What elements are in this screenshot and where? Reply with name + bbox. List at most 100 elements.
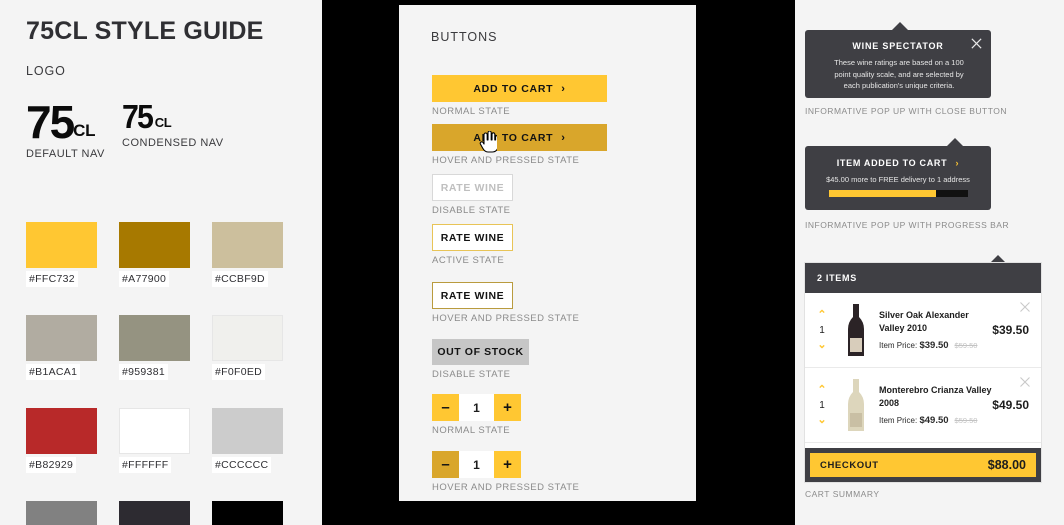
progress-bar-fill xyxy=(829,190,937,197)
cart-summary-panel: 2 ITEMS ⌃ 1 ⌄ Silver Oak Alexander Valley 2… xyxy=(805,263,1041,482)
quantity-control[interactable]: ⌃ 1 ⌄ xyxy=(805,384,839,426)
rate-wine-button-disabled: RATE WINE xyxy=(432,174,513,201)
swatch-hex-label: #CCCCCC xyxy=(212,457,272,473)
logo-mark: 75 CL xyxy=(26,96,105,148)
color-swatch-grid: #FFC732 #A77900 #CCBF9D #B1ACA1 #959381 #F0F0… xyxy=(26,222,283,525)
swatch-hex-label: #A77900 xyxy=(119,271,170,287)
logo-caption: DEFAULT NAV xyxy=(26,147,105,160)
swatch-chip xyxy=(119,315,190,361)
popup-caption: INFORMATIVE POP UP WITH PROGRESS BAR xyxy=(805,220,1010,230)
state-caption: HOVER AND PRESSED STATE xyxy=(432,155,580,166)
rate-wine-active-group: RATE WINE ACTIVE STATE xyxy=(432,224,513,266)
checkout-total: $88.00 xyxy=(987,458,1026,472)
swatch-chip xyxy=(119,222,190,268)
chevron-right-icon: › xyxy=(561,82,566,95)
color-swatch: #CCCCCC xyxy=(212,408,283,473)
wine-spectator-popup: WINE SPECTATOR These wine ratings are ba… xyxy=(805,30,991,98)
logo-unit: CL xyxy=(154,115,172,131)
remove-item-icon[interactable] xyxy=(1019,301,1031,313)
rate-wine-button-active[interactable]: RATE WINE xyxy=(432,224,513,251)
color-swatch: #A77900 xyxy=(119,222,190,287)
swatch-hex-label: #B1ACA1 xyxy=(26,364,81,380)
state-caption: DISABLE STATE xyxy=(432,369,511,380)
cart-row: ⌃ 1 ⌄ Silver Oak Alexander Valley 2010 Item … xyxy=(805,293,1041,368)
logo-unit: CL xyxy=(73,120,96,140)
swatch-chip xyxy=(26,501,97,525)
buttons-heading: BUTTONS xyxy=(431,30,498,44)
bottle-thumbnail xyxy=(839,302,873,358)
chevron-up-icon[interactable]: ⌃ xyxy=(817,384,826,396)
page-title: 75CL STYLE GUIDE xyxy=(26,17,264,45)
add-to-cart-normal-group: ADD TO CART › NORMAL STATE xyxy=(432,75,607,117)
popup-title: ITEM ADDED TO CART › xyxy=(805,158,991,168)
stepper-value[interactable]: 1 xyxy=(459,451,494,478)
rate-wine-label: RATE WINE xyxy=(440,231,505,244)
swatch-chip xyxy=(212,408,283,454)
add-to-cart-button[interactable]: ADD TO CART › xyxy=(432,75,607,102)
quantity-value: 1 xyxy=(819,399,825,411)
item-price-line: Item Price: $49.50 $59.50 xyxy=(879,415,992,426)
rate-wine-label: RATE WINE xyxy=(440,181,505,194)
swatch-chip xyxy=(212,315,283,361)
state-caption: HOVER AND PRESSED STATE xyxy=(432,482,580,493)
checkout-button[interactable]: CHECKOUT $88.00 xyxy=(810,453,1036,477)
chevron-up-icon[interactable]: ⌃ xyxy=(817,309,826,321)
quantity-value: 1 xyxy=(819,324,825,336)
item-price-original: $59.50 xyxy=(954,340,978,350)
stepper-minus-button[interactable]: – xyxy=(432,394,459,421)
item-price-prefix: Item Price: xyxy=(879,340,918,350)
item-price: $49.50 xyxy=(919,414,949,426)
item-info: Monterebro Crianza Valley 2008 Item Price… xyxy=(873,384,992,426)
stepper-plus-button[interactable]: + xyxy=(494,394,521,421)
add-to-cart-label: ADD TO CART xyxy=(473,131,554,144)
cart-item-count: 2 ITEMS xyxy=(817,273,857,283)
color-swatch: #FFFFFF xyxy=(119,408,190,473)
color-swatch: #FFC732 xyxy=(26,222,97,287)
color-swatch: #B82929 xyxy=(26,408,97,473)
popup-caption: INFORMATIVE POP UP WITH CLOSE BUTTON xyxy=(805,106,1008,116)
add-to-cart-button-hover[interactable]: ADD TO CART › xyxy=(432,124,607,151)
remove-item-icon[interactable] xyxy=(1019,376,1031,388)
popup-title-label: ITEM ADDED TO CART xyxy=(836,158,948,168)
stepper-value[interactable]: 1 xyxy=(459,394,494,421)
stepper-plus-button[interactable]: + xyxy=(494,451,521,478)
state-caption: HOVER AND PRESSED STATE xyxy=(432,313,580,324)
logo-condensed-nav: 75 CL CONDENSED NAV xyxy=(122,98,224,150)
popup-caption: CART SUMMARY xyxy=(805,489,880,499)
chevron-right-icon: › xyxy=(561,131,566,144)
swatch-hex-label: #B82929 xyxy=(26,457,77,473)
swatch-chip xyxy=(26,315,97,361)
add-to-cart-label: ADD TO CART xyxy=(473,82,554,95)
cart-footer: CHECKOUT $88.00 xyxy=(805,448,1041,482)
state-caption: NORMAL STATE xyxy=(432,106,511,117)
rate-wine-hover-group: RATE WINE HOVER AND PRESSED STATE xyxy=(432,282,579,324)
quantity-stepper-normal-group: – 1 + NORMAL STATE xyxy=(432,394,521,436)
rate-wine-button-hover[interactable]: RATE WINE xyxy=(432,282,513,309)
rate-wine-label: RATE WINE xyxy=(440,289,505,302)
stepper-minus-button[interactable]: – xyxy=(432,451,459,478)
chevron-down-icon[interactable]: ⌄ xyxy=(817,339,826,351)
style-guide-screen: 75CL STYLE GUIDE LOGO 75 CL DEFAULT NAV … xyxy=(0,0,1064,525)
color-swatch: #818181 xyxy=(26,501,97,525)
logo-numerals: 75 xyxy=(122,98,154,135)
out-of-stock-group: OUT OF STOCK DISABLE STATE xyxy=(432,339,529,380)
swatch-chip xyxy=(26,408,97,454)
quantity-stepper[interactable]: – 1 + xyxy=(432,394,521,421)
add-to-cart-hover-group: ADD TO CART › HOVER AND PRESSED STATE xyxy=(432,124,607,166)
quantity-stepper-hover[interactable]: – 1 + xyxy=(432,451,521,478)
quantity-control[interactable]: ⌃ 1 ⌄ xyxy=(805,309,839,351)
item-price-prefix: Item Price: xyxy=(879,415,918,425)
swatch-chip xyxy=(26,222,97,268)
color-swatch: #959381 xyxy=(119,315,190,380)
chevron-down-icon[interactable]: ⌄ xyxy=(817,414,826,426)
chevron-right-icon: › xyxy=(955,158,960,168)
state-caption: NORMAL STATE xyxy=(432,425,511,436)
color-swatch: #B1ACA1 xyxy=(26,315,97,380)
logo-numerals: 75 xyxy=(26,96,75,148)
item-price: $39.50 xyxy=(919,339,949,351)
quantity-stepper-hover-group: – 1 + HOVER AND PRESSED STATE xyxy=(432,451,579,493)
close-icon[interactable] xyxy=(970,37,983,50)
item-price-original: $59.50 xyxy=(954,415,978,425)
item-price-line: Item Price: $39.50 $59.50 xyxy=(879,340,992,351)
cart-row-list: ⌃ 1 ⌄ Silver Oak Alexander Valley 2010 Item … xyxy=(805,293,1041,443)
